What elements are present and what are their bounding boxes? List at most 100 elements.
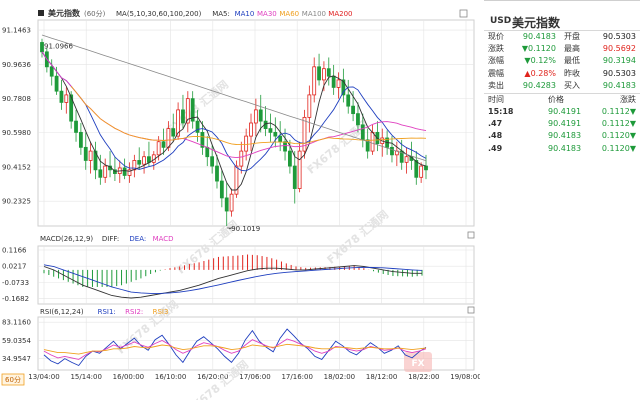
candle-body bbox=[404, 156, 409, 163]
quote-row: 涨跌 ▼0.1120 最高 90.5692 bbox=[484, 43, 640, 55]
low-marker: -90.1019 bbox=[229, 225, 260, 233]
candle-body bbox=[292, 165, 297, 189]
time-axis-label: 18/12:00 bbox=[366, 373, 397, 381]
panel-top-rule bbox=[484, 0, 640, 1]
candle-body bbox=[351, 105, 355, 115]
rsi-legend-item: RSI(6,12,24) bbox=[40, 308, 84, 316]
candle-body bbox=[224, 197, 229, 212]
quote-value: ▼0.12% bbox=[524, 56, 556, 66]
candle-body bbox=[147, 156, 151, 163]
candle-body bbox=[74, 120, 78, 133]
candle-body bbox=[326, 68, 331, 77]
candle-body bbox=[317, 66, 321, 81]
rsi-axis-label: 59.0354 bbox=[2, 337, 31, 345]
quote-panel: USD 美元指数 现价 90.4183 开盘 90.5303 涨跌 ▼0.1120 最高 90… bbox=[484, 0, 640, 400]
macd-legend-item: DIFF: bbox=[102, 235, 119, 243]
quote-value: 90.3194 bbox=[602, 56, 636, 66]
candle-body bbox=[331, 75, 336, 88]
tick-time: .49 bbox=[488, 143, 503, 153]
tick-time: .48 bbox=[488, 131, 503, 141]
macd-legend-item: DEA: bbox=[129, 235, 146, 243]
time-axis-label: 18/22:00 bbox=[408, 373, 439, 381]
macd-axis-label: -0.0733 bbox=[2, 279, 29, 287]
fullscreen-icon bbox=[459, 9, 468, 18]
period-label: (60分) bbox=[84, 9, 106, 18]
candle-body bbox=[356, 113, 360, 126]
candle-body bbox=[59, 90, 64, 103]
chart-title: 美元指数 bbox=[48, 8, 81, 18]
quote-label: 昨收 bbox=[564, 68, 580, 78]
high-marker: 91.0966 bbox=[44, 43, 73, 51]
tick-time: .47 bbox=[488, 119, 503, 129]
panel-symbol: USD bbox=[490, 16, 512, 26]
chart-menu-icon bbox=[38, 10, 44, 16]
candle-body bbox=[78, 131, 83, 148]
price-axis-label: 90.9636 bbox=[2, 61, 31, 69]
candle-body bbox=[83, 146, 88, 161]
candle-body bbox=[278, 135, 283, 143]
candle-body bbox=[54, 75, 59, 92]
candle-body bbox=[258, 109, 263, 122]
rsi-legend-item: RSI3 bbox=[153, 308, 169, 316]
rsi-settings-icon bbox=[467, 306, 475, 314]
candle-body bbox=[229, 193, 234, 212]
rsi-legend-item: RSI2: bbox=[125, 308, 143, 316]
price-axis-label: 90.7808 bbox=[2, 95, 31, 103]
ma-legend-item: MA5: bbox=[212, 10, 230, 18]
candle-body bbox=[103, 165, 108, 178]
time-axis-label: 19/08:00 bbox=[450, 373, 480, 381]
price-axis-label: 91.1463 bbox=[2, 27, 31, 35]
candle-body bbox=[122, 167, 127, 176]
quote-label: 涨跌 bbox=[488, 44, 504, 54]
quote-value: 90.5692 bbox=[602, 44, 636, 54]
quote-label: 开盘 bbox=[564, 32, 580, 41]
candle-body bbox=[171, 128, 176, 137]
quote-label: 买入 bbox=[564, 80, 580, 90]
ma5-line bbox=[41, 51, 427, 191]
ticks-header-time: 时间 bbox=[488, 95, 504, 104]
macd-axis-label: -0.1682 bbox=[2, 295, 29, 303]
ma-legend-item: MA200 bbox=[328, 10, 352, 18]
ma-legend-item: MA60 bbox=[279, 10, 299, 18]
time-axis-label: 18/02:00 bbox=[324, 373, 355, 381]
macd-settings-icon bbox=[467, 231, 475, 239]
ma-legend-item: MA10 bbox=[235, 10, 255, 18]
price-axis-label: 90.2325 bbox=[2, 198, 31, 206]
panel-name: 美元指数 bbox=[512, 16, 561, 30]
candle-body bbox=[283, 141, 287, 152]
time-axis-label: 17/16:00 bbox=[281, 373, 312, 381]
tick-change: 0.1112▼ bbox=[601, 107, 636, 116]
kline-chart-svg: 91.1463 90.9636 90.7808 90.5980 90.4152 90.23… bbox=[1, 8, 482, 402]
candle-body bbox=[181, 109, 185, 124]
quote-value: 90.4283 bbox=[522, 80, 556, 90]
time-axis-label: 16/10:00 bbox=[155, 373, 186, 381]
watermark: FX678 汇通网 bbox=[325, 208, 391, 267]
quote-value: 90.4183 bbox=[522, 32, 556, 41]
rsi-legend-item: RSI1: bbox=[98, 308, 116, 316]
tick-change: 0.1120▼ bbox=[601, 143, 636, 153]
ticks-header: 时间 价格 涨跌 bbox=[484, 94, 640, 106]
candle-body bbox=[249, 122, 253, 137]
candle-body bbox=[64, 94, 69, 103]
candle-body bbox=[312, 66, 317, 96]
candle-body bbox=[161, 141, 166, 148]
candle-body bbox=[239, 150, 244, 167]
tick-price: 90.4191 bbox=[548, 119, 582, 129]
candle-body bbox=[370, 131, 375, 152]
candle-body bbox=[346, 94, 351, 107]
candle-body bbox=[244, 135, 249, 152]
macd-panel-frame bbox=[37, 245, 475, 305]
quote-label: 涨幅 bbox=[488, 56, 504, 66]
candle-body bbox=[49, 66, 54, 77]
candle-body bbox=[137, 160, 142, 165]
ma10-line bbox=[41, 51, 427, 172]
ticks-header-change: 涨跌 bbox=[620, 95, 636, 104]
candle-body bbox=[336, 79, 341, 88]
tick-change: 0.1120▼ bbox=[601, 131, 636, 141]
candle-body bbox=[273, 131, 278, 137]
tick-row: .49 90.4183 0.1120▼ bbox=[484, 143, 640, 155]
macd-legend-item: MACD(26,12,9) bbox=[40, 235, 93, 243]
candle-body bbox=[419, 165, 424, 178]
candle-body bbox=[219, 180, 224, 199]
quote-label: 震幅 bbox=[488, 68, 504, 78]
